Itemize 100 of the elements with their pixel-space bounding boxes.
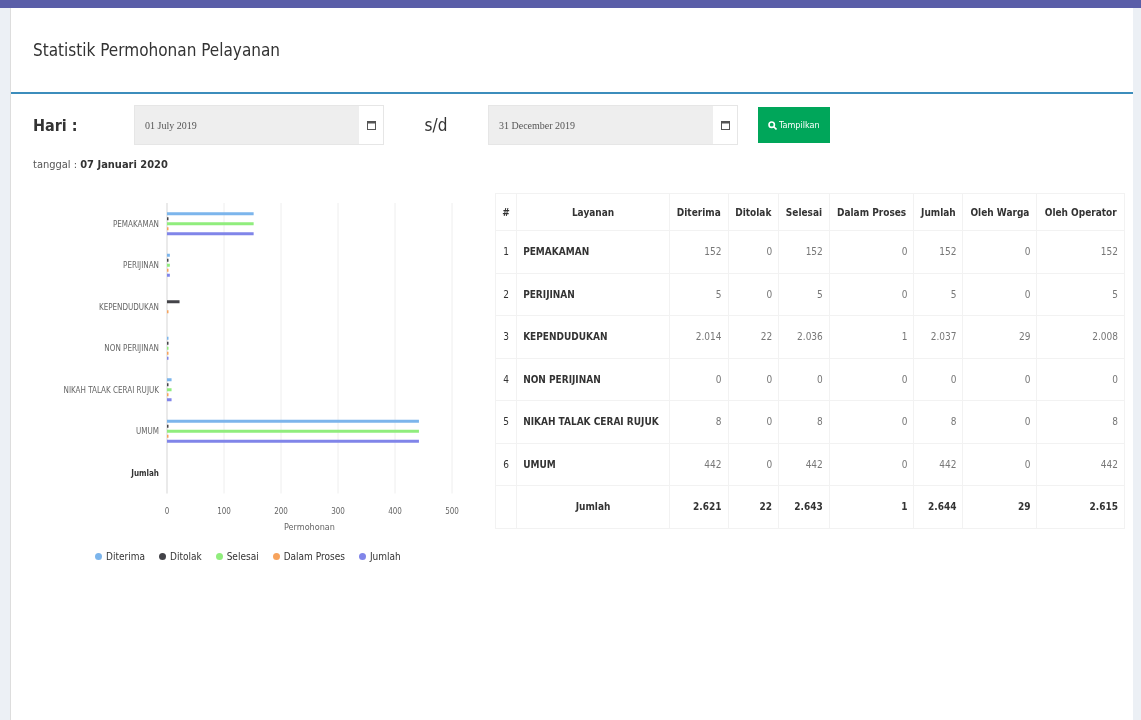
table-cell: 152 [913, 230, 963, 273]
table-cell: 0 [913, 358, 963, 401]
table-cell: 22 [728, 485, 779, 528]
date-field[interactable]: 01 July 2019 [134, 105, 384, 145]
table-cell: 6 [495, 443, 517, 486]
legend-label[interactable]: Jumlah [369, 551, 401, 562]
table-cell: 2.036 [778, 315, 830, 358]
table-cell: 5 [669, 273, 729, 316]
column-header: Selesai [778, 193, 830, 231]
date-value: 07 Januari 2020 [80, 158, 168, 171]
tick-label: 400 [388, 506, 402, 516]
table-cell: 442 [1036, 443, 1125, 486]
table-cell: 5 [913, 273, 963, 316]
date-field[interactable]: 31 December 2019 [488, 105, 738, 145]
panel-title: Statistik Permohonan Pelayanan [33, 40, 280, 60]
legend-label[interactable]: Ditolak [169, 551, 202, 562]
legend-dot [158, 553, 166, 560]
column-header: Layanan [516, 193, 670, 231]
table-cell: 442 [669, 443, 729, 486]
category-label: NON PERIJINAN [104, 344, 159, 354]
legend-dot [95, 553, 102, 560]
category-label: UMUM [136, 427, 159, 437]
table-cell: 152 [778, 230, 830, 273]
table-cell: 2.643 [778, 485, 830, 528]
table-cell: 1 [829, 315, 914, 358]
tick-label: 100 [217, 506, 231, 516]
table-cell: 5 [1036, 273, 1125, 316]
table-cell: 152 [669, 230, 729, 273]
category-label: NIKAH TALAK CERAI RUJUK [63, 385, 159, 395]
table-cell: KEPENDUDUKAN [516, 315, 670, 358]
table-cell: 2 [495, 273, 517, 316]
table-cell: 0 [728, 230, 779, 273]
table-cell: 0 [728, 443, 779, 486]
column-header: # [495, 193, 517, 231]
table-cell: 3 [495, 315, 517, 358]
table-cell: 0 [829, 230, 914, 273]
table-cell: 442 [913, 443, 963, 486]
legend-dot [358, 553, 366, 560]
table-cell: 1 [495, 230, 517, 273]
table-cell: 0 [728, 358, 779, 401]
table-cell: 0 [829, 443, 914, 486]
category-label: KEPENDUDUKAN [98, 302, 159, 312]
category-label: Jumlah [131, 468, 159, 478]
table-cell: 5 [778, 273, 830, 316]
table-cell: 0 [962, 358, 1037, 401]
table-cell: 2.037 [913, 315, 963, 358]
table-cell: Jumlah [516, 485, 670, 528]
column-header: Ditolak [728, 193, 779, 231]
table-cell: PEMAKAMAN [516, 230, 670, 273]
filter-label: Hari : [33, 115, 79, 135]
column-header: Oleh Warga [962, 193, 1037, 231]
table-cell: 1 [829, 485, 914, 528]
table-cell: 2.008 [1036, 315, 1125, 358]
table-cell: 152 [1036, 230, 1125, 273]
tick-label: 0 [164, 506, 170, 516]
table-cell: 0 [962, 443, 1037, 486]
table-cell: 0 [728, 273, 779, 316]
table-cell: 4 [495, 358, 517, 401]
calendar-icon[interactable] [366, 120, 376, 130]
tick-label: 300 [331, 506, 345, 516]
table-cell: 442 [778, 443, 830, 486]
table-cell: 0 [962, 230, 1037, 273]
category-label: PEMAKAMAN [112, 219, 159, 229]
table-cell: 0 [829, 273, 914, 316]
table-cell: 8 [913, 400, 963, 443]
category-label: PERIJINAN [123, 261, 159, 271]
tick-label: 200 [274, 506, 288, 516]
table-cell: 29 [962, 315, 1037, 358]
legend-label[interactable]: Selesai [226, 551, 259, 562]
table-cell: 2.615 [1036, 485, 1125, 528]
table-cell: 2.014 [669, 315, 729, 358]
table-cell: 8 [669, 400, 729, 443]
table-cell: 2.644 [913, 485, 963, 528]
table-cell: 0 [829, 400, 914, 443]
table-cell: 29 [962, 485, 1037, 528]
table-cell: 0 [829, 358, 914, 401]
tick-label: 500 [445, 506, 459, 516]
table-cell: 2.621 [669, 485, 729, 528]
bar [167, 300, 180, 304]
table-cell: UMUM [516, 443, 670, 486]
table-cell: NIKAH TALAK CERAI RUJUK [516, 400, 670, 443]
axis-title: Permohonan [284, 521, 335, 532]
table-cell: 0 [728, 400, 779, 443]
legend-dot [215, 553, 223, 560]
table-cell: 0 [962, 400, 1037, 443]
column-header: Diterima [669, 193, 729, 231]
table-cell: 8 [778, 400, 830, 443]
calendar-icon[interactable] [720, 120, 730, 130]
table-cell: 22 [728, 315, 779, 358]
range-separator: s/d [423, 115, 449, 135]
table-cell: 0 [1036, 358, 1125, 401]
column-header: Oleh Operator [1036, 193, 1125, 231]
table-cell: NON PERIJINAN [516, 358, 670, 401]
table-cell: 0 [962, 273, 1037, 316]
table-cell: 8 [1036, 400, 1125, 443]
column-header: Dalam Proses [829, 193, 914, 231]
legend-label[interactable]: Diterima [106, 551, 145, 562]
table-cell: 0 [669, 358, 729, 401]
table-cell: PERIJINAN [516, 273, 670, 316]
legend-label[interactable]: Dalam Proses [283, 551, 345, 562]
